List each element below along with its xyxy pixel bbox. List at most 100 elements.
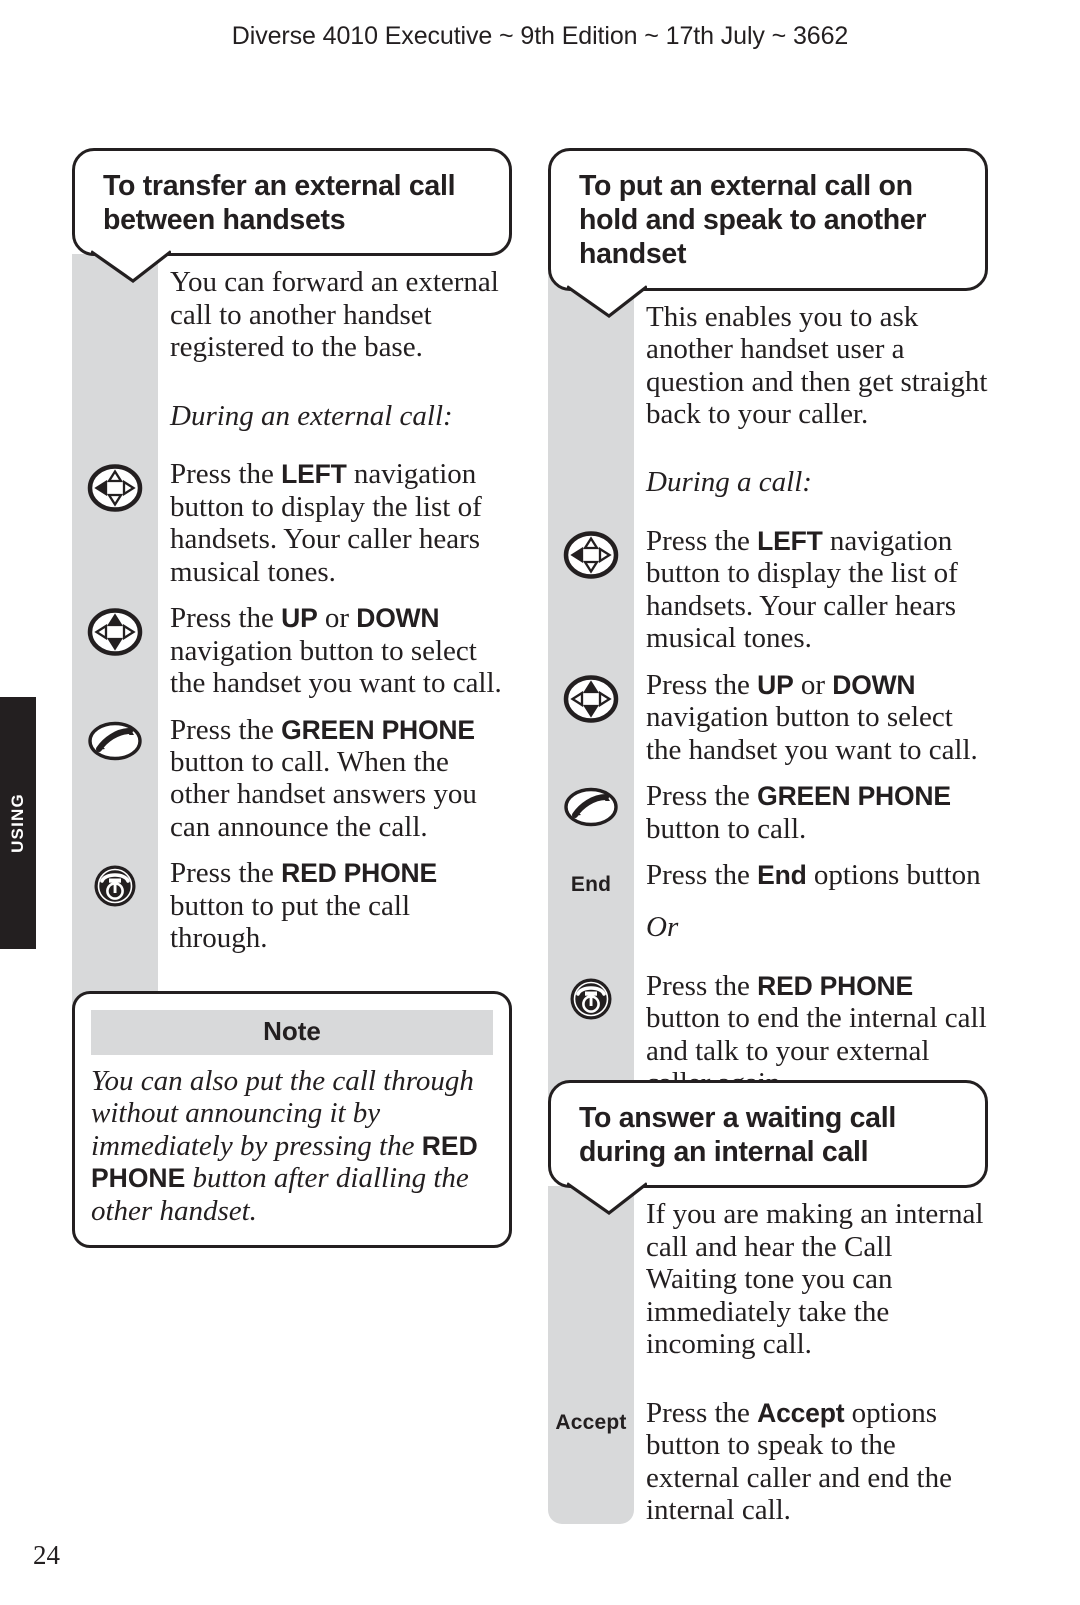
alternative-row: Or [548, 911, 988, 955]
section-intro-row: If you are making an internal call and h… [548, 1198, 988, 1382]
icon-slot-empty [548, 911, 634, 918]
button-name-emphasis: UP [757, 669, 794, 700]
icon-slot [548, 970, 634, 1022]
section-intro-row: This enables you to ask another handset … [548, 301, 988, 453]
red-phone-icon[interactable] [91, 863, 139, 909]
section-heading-bubble: To answer a waiting call during an inter… [548, 1080, 988, 1216]
step-text: Press the End options button [634, 859, 988, 891]
step-text-pre: Press the [646, 1396, 758, 1429]
button-name-emphasis: DOWN [832, 669, 916, 700]
step-text: Press the GREEN PHONE button to call. Wh… [158, 714, 512, 844]
icon-slot [548, 525, 634, 579]
section-cue-row: During a call: [548, 466, 988, 510]
step-text-pre: Press the [170, 857, 282, 890]
step-text: Press the UP or DOWN navigation button t… [158, 602, 512, 699]
accept-softkey-label[interactable]: Accept [555, 1403, 626, 1435]
section-intro-row: You can forward an external call to anot… [72, 266, 512, 385]
note-body: You can also put the call through withou… [91, 1055, 493, 1227]
icon-slot-empty [548, 1198, 634, 1205]
step-text-pre: Press the [646, 668, 758, 701]
section-intro-text: This enables you to ask another handset … [646, 300, 988, 430]
section-tab-label: USING [8, 793, 27, 853]
button-name-emphasis: UP [281, 603, 318, 634]
step-row: Press the GREEN PHONE button to call. [548, 780, 988, 845]
section-cue-text: During an external call: [170, 399, 453, 432]
button-name-emphasis: RED PHONE [281, 858, 437, 889]
step-list: You can forward an external call to anot… [72, 256, 512, 954]
icon-slot: End [548, 859, 634, 897]
step-row: Press the LEFT navigation button to disp… [548, 525, 988, 655]
step-row: Press the GREEN PHONE button to call. Wh… [72, 714, 512, 844]
button-name-emphasis: GREEN PHONE [757, 781, 951, 812]
icon-slot-empty [548, 466, 634, 473]
step-text: Press the GREEN PHONE button to call. [634, 780, 988, 845]
nav-left-icon[interactable] [87, 464, 143, 512]
section-transfer-external-call: To transfer an external call between han… [72, 148, 512, 1249]
button-name-emphasis: LEFT [757, 525, 823, 556]
icon-slot-empty [548, 301, 634, 308]
section-heading-bubble: To transfer an external call between han… [72, 148, 512, 284]
step-row: Accept Press the Accept options button t… [548, 1397, 988, 1527]
nav-left-icon[interactable] [563, 531, 619, 579]
note-text-pre: You can also put the call through withou… [91, 1064, 474, 1162]
red-phone-icon[interactable] [567, 976, 615, 1022]
step-text: Press the LEFT navigation button to disp… [634, 525, 988, 655]
green-phone-icon[interactable] [87, 720, 143, 762]
step-text-pre: Press the [170, 458, 282, 491]
section-heading-text: To answer a waiting call during an inter… [579, 1102, 896, 1169]
section-intro-text: You can forward an external call to anot… [170, 266, 499, 364]
step-text: Press the UP or DOWN navigation button t… [634, 669, 988, 766]
button-name-emphasis: DOWN [356, 603, 440, 634]
step-text-post: options button [806, 859, 981, 892]
section-cue-text: During a call: [646, 466, 812, 499]
step-text-pre: Press the [646, 780, 758, 813]
step-text: Press the Accept options button to speak… [634, 1397, 988, 1527]
step-list: This enables you to ask another handset … [548, 291, 988, 1100]
step-row: Press the RED PHONE button to put the ca… [72, 857, 512, 954]
green-phone-icon[interactable] [563, 786, 619, 828]
step-text-post: button to call. When the other handset a… [170, 746, 477, 843]
icon-slot: Accept [548, 1397, 634, 1435]
section-tab-using: USING [0, 697, 36, 949]
step-text-pre: Press the [170, 713, 282, 746]
step-text-mid: or [793, 668, 833, 701]
step-text-post: navigation button to select the handset … [646, 701, 978, 766]
step-text-post: navigation button to select the handset … [170, 634, 502, 700]
page-number: 24 [33, 1540, 60, 1570]
end-softkey-label[interactable]: End [571, 865, 611, 897]
icon-slot-empty [72, 266, 158, 273]
section-cue-row: During an external call: [72, 400, 512, 444]
alternative-text: Or [646, 911, 679, 944]
nav-up-down-icon[interactable] [87, 608, 143, 656]
note-title: Note [91, 1009, 493, 1055]
button-name-emphasis: LEFT [281, 459, 347, 490]
step-list: If you are making an internal call and h… [548, 1188, 988, 1526]
section-heading-bubble: To put an external call on hold and spea… [548, 148, 988, 318]
note-box: Note You can also put the call through w… [72, 990, 512, 1249]
step-text-post: button to call. [646, 812, 807, 845]
running-head: Diverse 4010 Executive ~ 9th Edition ~ 1… [231, 22, 849, 50]
section-hold-and-speak: To put an external call on hold and spea… [548, 148, 988, 1148]
step-row: Press the UP or DOWN navigation button t… [548, 669, 988, 766]
section-intro-text: If you are making an internal call and h… [646, 1198, 984, 1361]
section-heading-text: To put an external call on hold and spea… [579, 170, 927, 271]
section-answer-waiting-call: To answer a waiting call during an inter… [548, 1080, 988, 1541]
icon-slot [72, 857, 158, 909]
button-name-emphasis: Accept [757, 1397, 845, 1428]
icon-slot [548, 669, 634, 723]
step-row: Press the UP or DOWN navigation button t… [72, 602, 512, 699]
step-text-pre: Press the [646, 859, 758, 892]
step-text: Press the LEFT navigation button to disp… [158, 458, 512, 588]
button-name-emphasis: RED PHONE [757, 970, 913, 1001]
step-text-post: button to put the call through. [170, 889, 411, 955]
step-text-pre: Press the [646, 969, 758, 1002]
button-name-emphasis: End [757, 860, 807, 891]
button-name-emphasis: GREEN PHONE [281, 714, 475, 745]
step-row: Press the LEFT navigation button to disp… [72, 458, 512, 588]
step-text-pre: Press the [170, 602, 282, 635]
step-text-pre: Press the [646, 524, 758, 557]
step-text-mid: or [317, 602, 357, 635]
step-row: End Press the End options button [548, 859, 988, 897]
icon-slot [548, 780, 634, 828]
nav-up-down-icon[interactable] [563, 675, 619, 723]
